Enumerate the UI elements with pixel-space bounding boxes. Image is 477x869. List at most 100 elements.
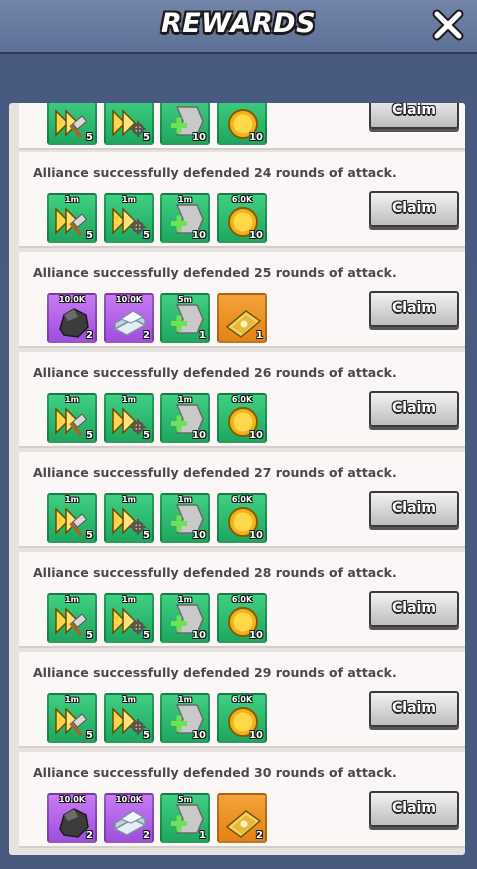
reward-item-speedup-build[interactable]: 1m 5 [47,593,97,643]
reward-description: Alliance successfully defended 24 rounds… [33,165,397,180]
reward-item-gold[interactable]: 10 [217,103,267,145]
reward-item-quantity: 5 [143,230,150,241]
reward-item-quantity: 10 [192,530,206,541]
reward-description: Alliance successfully defended 27 rounds… [33,465,397,480]
reward-description: Alliance successfully defended 28 rounds… [33,565,397,580]
reward-item-amount: 1m [122,195,136,204]
reward-item-quantity: 5 [86,530,93,541]
reward-item-quantity: 10 [249,630,263,641]
reward-item-quantity: 5 [143,630,150,641]
reward-item-quantity: 5 [86,630,93,641]
reward-item-gold[interactable]: 6.0K 10 [217,193,267,243]
reward-item-speedup-build[interactable]: 1m 5 [47,393,97,443]
reward-item-speedup-build[interactable]: 1m 5 [47,493,97,543]
reward-item-speedup-research[interactable]: 1m 5 [104,393,154,443]
claim-button[interactable]: Claim [369,191,459,227]
reward-item-speedup-research[interactable]: 1m 5 [104,693,154,743]
reward-item-quantity: 5 [143,430,150,441]
reward-item-quantity: 5 [143,132,150,143]
claim-button-label: Claim [392,200,436,216]
reward-item-amount: 10.0K [59,295,85,304]
reward-item-speedup-heal[interactable]: 1m 10 [160,193,210,243]
reward-item-amount: 1m [122,695,136,704]
reward-item-amount: 6.0K [231,595,253,604]
rewards-list-panel[interactable]: 5 5 10 10 Claim Alliance successfully defende… [9,103,465,855]
reward-item-ore[interactable]: 10.0K 2 [47,293,97,343]
reward-item-gold-ticket[interactable]: 2 [217,793,267,843]
reward-item-gold[interactable]: 6.0K 10 [217,693,267,743]
reward-item-amount: 1m [178,595,192,604]
claim-button[interactable]: Claim [369,391,459,427]
reward-item-quantity: 5 [86,730,93,741]
reward-item-quantity: 5 [86,132,93,143]
reward-item-quantity: 5 [143,530,150,541]
reward-description: Alliance successfully defended 26 rounds… [33,365,397,380]
reward-item-iron[interactable]: 10.0K 2 [104,293,154,343]
reward-item-quantity: 10 [192,132,206,143]
reward-item-speedup-heal[interactable]: 1m 10 [160,593,210,643]
reward-item-quantity: 10 [192,230,206,241]
reward-row: Alliance successfully defended 25 rounds… [19,252,465,348]
reward-item-speedup-heal[interactable]: 5m 1 [160,293,210,343]
reward-item-speedup-heal[interactable]: 5m 1 [160,793,210,843]
reward-item-speedup-research[interactable]: 1m 5 [104,493,154,543]
reward-item-gold[interactable]: 6.0K 10 [217,493,267,543]
reward-item-quantity: 1 [199,830,206,841]
reward-item-speedup-build[interactable]: 1m 5 [47,693,97,743]
reward-item-quantity: 10 [192,730,206,741]
claim-button-label: Claim [392,700,436,716]
reward-description: Alliance successfully defended 29 rounds… [33,665,397,680]
reward-item-amount: 1m [122,495,136,504]
reward-item-amount: 1m [122,595,136,604]
reward-item-speedup-research[interactable]: 1m 5 [104,593,154,643]
reward-item-quantity: 10 [192,630,206,641]
claim-button-label: Claim [392,300,436,316]
reward-item-amount: 6.0K [231,495,253,504]
claim-button-label: Claim [392,800,436,816]
reward-item-ore[interactable]: 10.0K 2 [47,793,97,843]
reward-item-amount: 10.0K [59,795,85,804]
reward-item-amount: 1m [122,395,136,404]
reward-item-quantity: 1 [256,330,263,341]
reward-item-iron[interactable]: 10.0K 2 [104,793,154,843]
reward-item-quantity: 5 [143,730,150,741]
reward-item-gold[interactable]: 6.0K 10 [217,593,267,643]
reward-item-speedup-heal[interactable]: 1m 10 [160,393,210,443]
reward-item-gold[interactable]: 6.0K 10 [217,393,267,443]
reward-row: Alliance successfully defended 24 rounds… [19,152,465,248]
reward-item-quantity: 10 [249,530,263,541]
reward-item-quantity: 10 [249,430,263,441]
claim-button-label: Claim [392,600,436,616]
close-icon[interactable] [431,8,465,42]
claim-button-label: Claim [392,500,436,516]
reward-item-quantity: 2 [256,830,263,841]
claim-button[interactable]: Claim [369,491,459,527]
reward-item-amount: 1m [65,595,79,604]
reward-row: 5 5 10 10 Claim [19,103,465,150]
reward-item-quantity: 10 [249,730,263,741]
reward-item-speedup-research[interactable]: 5 [104,103,154,145]
reward-item-amount: 5m [178,795,192,804]
reward-item-speedup-heal[interactable]: 10 [160,103,210,145]
claim-button[interactable]: Claim [369,591,459,627]
reward-row: Alliance successfully defended 28 rounds… [19,552,465,648]
claim-button[interactable]: Claim [369,103,459,129]
reward-item-quantity: 2 [86,330,93,341]
reward-item-speedup-heal[interactable]: 1m 10 [160,493,210,543]
claim-button[interactable]: Claim [369,791,459,827]
reward-item-speedup-heal[interactable]: 1m 10 [160,693,210,743]
reward-item-speedup-research[interactable]: 1m 5 [104,193,154,243]
reward-item-speedup-build[interactable]: 5 [47,103,97,145]
reward-item-gold-ticket[interactable]: 1 [217,293,267,343]
claim-button-label: Claim [392,400,436,416]
reward-row: Alliance successfully defended 30 rounds… [19,752,465,848]
reward-item-amount: 6.0K [231,695,253,704]
reward-item-quantity: 2 [86,830,93,841]
reward-row: Alliance successfully defended 27 rounds… [19,452,465,548]
claim-button[interactable]: Claim [369,691,459,727]
reward-item-quantity: 2 [143,830,150,841]
reward-item-amount: 1m [65,395,79,404]
claim-button[interactable]: Claim [369,291,459,327]
reward-item-speedup-build[interactable]: 1m 5 [47,193,97,243]
reward-item-quantity: 10 [192,430,206,441]
